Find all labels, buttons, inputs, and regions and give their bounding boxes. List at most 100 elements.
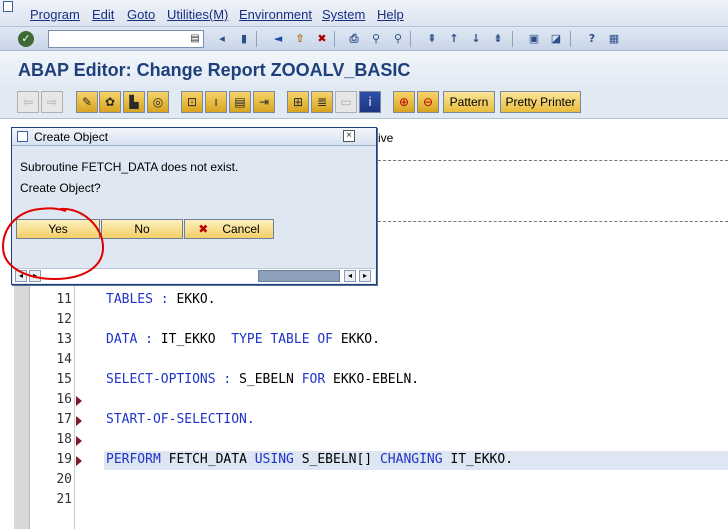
breakpoint-marker-icon[interactable] xyxy=(76,416,82,426)
page-title: ABAP Editor: Change Report ZOOALV_BASIC xyxy=(18,60,411,80)
line-number: 18 xyxy=(56,432,72,447)
yes-button[interactable]: Yes xyxy=(16,219,100,239)
code-line[interactable]: DATA : IT_EKKO TYPE TABLE OF EKKO. xyxy=(106,332,380,347)
back-nav-icon[interactable]: ⇦ xyxy=(17,91,39,113)
information-icon[interactable]: i xyxy=(359,91,381,113)
editor-gutter-divider xyxy=(74,286,75,529)
menu-program[interactable]: Program xyxy=(30,7,80,22)
print-icon[interactable]: ⎙ xyxy=(346,31,362,47)
line-number: 13 xyxy=(56,332,72,347)
find-icon[interactable]: ⚲ xyxy=(368,31,384,47)
dialog-titlebar: Create Object × xyxy=(12,128,376,146)
display-object-list-icon[interactable]: ⊞ xyxy=(287,91,309,113)
cancel-button-label: Cancel xyxy=(222,222,260,236)
enhance-icon[interactable]: ≣ xyxy=(311,91,333,113)
next-page-icon[interactable]: ↓ xyxy=(468,31,484,47)
navigation-window-icon[interactable]: ⇥ xyxy=(253,91,275,113)
no-button[interactable]: No xyxy=(101,219,183,239)
code-text: S_EBELN xyxy=(239,372,302,387)
code-keyword: CHANGING xyxy=(379,452,451,467)
menu-system[interactable]: System xyxy=(322,7,365,22)
menu-goto[interactable]: Goto xyxy=(127,7,155,22)
breakpoint-marker-icon[interactable] xyxy=(76,456,82,466)
insert-stmt-icon[interactable]: ⊕ xyxy=(393,91,415,113)
dialog-title: Create Object xyxy=(34,130,109,144)
find-next-icon[interactable]: ⚲ xyxy=(390,31,406,47)
customize-layout-icon[interactable]: ▦ xyxy=(606,31,622,47)
code-keyword: TYPE TABLE OF xyxy=(231,332,341,347)
editor-separator xyxy=(378,160,728,161)
shortcut-icon[interactable]: ◪ xyxy=(548,31,564,47)
other-object-icon[interactable]: ✿ xyxy=(99,91,121,113)
prev-page-icon[interactable]: ↑ xyxy=(446,31,462,47)
code-keyword: TABLES : xyxy=(106,292,177,307)
code-line[interactable]: PERFORM FETCH_DATA USING S_EBELN[] CHANG… xyxy=(106,452,513,467)
back-icon[interactable]: ◄ xyxy=(270,31,286,47)
breakpoint-marker-icon[interactable] xyxy=(76,436,82,446)
command-dropdown-icon[interactable]: ◂ xyxy=(214,31,230,47)
code-keyword: START-OF-SELECTION. xyxy=(106,412,255,427)
line-number: 12 xyxy=(56,312,72,327)
code-keyword: USING xyxy=(254,452,302,467)
cancel-button[interactable]: ✖ Cancel xyxy=(184,219,274,239)
scroll-thumb[interactable] xyxy=(258,270,340,282)
dialog-message: Subroutine FETCH_DATA does not exist. xyxy=(20,160,239,174)
save-icon[interactable]: ▮ xyxy=(236,31,252,47)
menu-edit[interactable]: Edit xyxy=(92,7,114,22)
command-field[interactable]: ▤ xyxy=(48,30,204,48)
enter-check-icon[interactable]: ✓ xyxy=(18,31,34,47)
close-icon[interactable]: × xyxy=(343,130,355,142)
code-text: EKKO. xyxy=(176,292,216,307)
code-keyword: DATA : xyxy=(106,332,161,347)
code-keyword: PERFORM xyxy=(106,452,169,467)
menu-environment[interactable]: Environment xyxy=(239,7,312,22)
menu-bar: Program Edit Goto Utilities(M) Environme… xyxy=(0,0,728,27)
line-number: 19 xyxy=(56,452,72,467)
cancel-x-icon: ✖ xyxy=(198,222,209,236)
delete-icon[interactable]: ⊖ xyxy=(417,91,439,113)
title-area: ABAP Editor: Change Report ZOOALV_BASIC xyxy=(0,51,728,85)
scroll-left-icon[interactable]: ◂ xyxy=(344,270,356,282)
scroll-right-icon[interactable]: ▸ xyxy=(29,270,41,282)
test-icon[interactable]: ⊡ xyxy=(181,91,203,113)
code-line[interactable]: START-OF-SELECTION. xyxy=(106,412,255,427)
display-change-icon[interactable]: ✎ xyxy=(76,91,98,113)
forward-nav-icon[interactable]: ⇨ xyxy=(41,91,63,113)
dialog-question: Create Object? xyxy=(20,181,101,195)
code-text: EKKO. xyxy=(340,332,380,347)
check-icon[interactable]: ▙ xyxy=(123,91,145,113)
line-number: 11 xyxy=(56,292,72,307)
scroll-right-icon[interactable]: ▸ xyxy=(359,270,371,282)
code-line[interactable]: TABLES : EKKO. xyxy=(106,292,216,307)
pattern-button[interactable]: Pattern xyxy=(443,91,495,113)
help-icon[interactable]: ? xyxy=(584,31,600,47)
new-session-icon[interactable]: ▣ xyxy=(526,31,542,47)
where-used-icon[interactable]: ı xyxy=(205,91,227,113)
line-number: 14 xyxy=(56,352,72,367)
line-number: 21 xyxy=(56,492,72,507)
first-page-icon[interactable]: ⇞ xyxy=(424,31,440,47)
cancel-icon[interactable]: ✖ xyxy=(314,31,330,47)
dialog-window-icon xyxy=(17,131,28,142)
line-number: 20 xyxy=(56,472,72,487)
fullscreen-icon[interactable]: ▭ xyxy=(335,91,357,113)
object-list-icon[interactable]: ▤ xyxy=(229,91,251,113)
code-text: EKKO-EBELN. xyxy=(333,372,420,387)
code-text: IT_EKKO. xyxy=(450,452,514,467)
line-number: 17 xyxy=(56,412,72,427)
scroll-left-icon[interactable]: ◂ xyxy=(15,270,27,282)
code-line[interactable]: SELECT-OPTIONS : S_EBELN FOR EKKO-EBELN. xyxy=(106,372,419,387)
code-text: S_EBELN[] xyxy=(301,452,380,467)
pretty-printer-button[interactable]: Pretty Printer xyxy=(500,91,581,113)
menu-utilities[interactable]: Utilities(M) xyxy=(167,7,228,22)
dialog-horizontal-scrollbar[interactable]: ◂ ▸ ◂ ▸ xyxy=(13,268,375,283)
exit-icon[interactable]: ⇧ xyxy=(292,31,308,47)
menu-help[interactable]: Help xyxy=(377,7,404,22)
activate-icon[interactable]: ◎ xyxy=(147,91,169,113)
breakpoint-marker-icon[interactable] xyxy=(76,396,82,406)
standard-toolbar: ✓ ▤ ◂ ▮ ◄ ⇧ ✖ ⎙ ⚲ ⚲ ⇞ ↑ ↓ ⇟ ▣ ◪ ? ▦ xyxy=(0,27,728,51)
code-keyword: FOR xyxy=(301,372,333,387)
command-history-icon[interactable]: ▤ xyxy=(189,33,201,45)
last-page-icon[interactable]: ⇟ xyxy=(490,31,506,47)
sap-window-icon[interactable] xyxy=(3,1,13,12)
